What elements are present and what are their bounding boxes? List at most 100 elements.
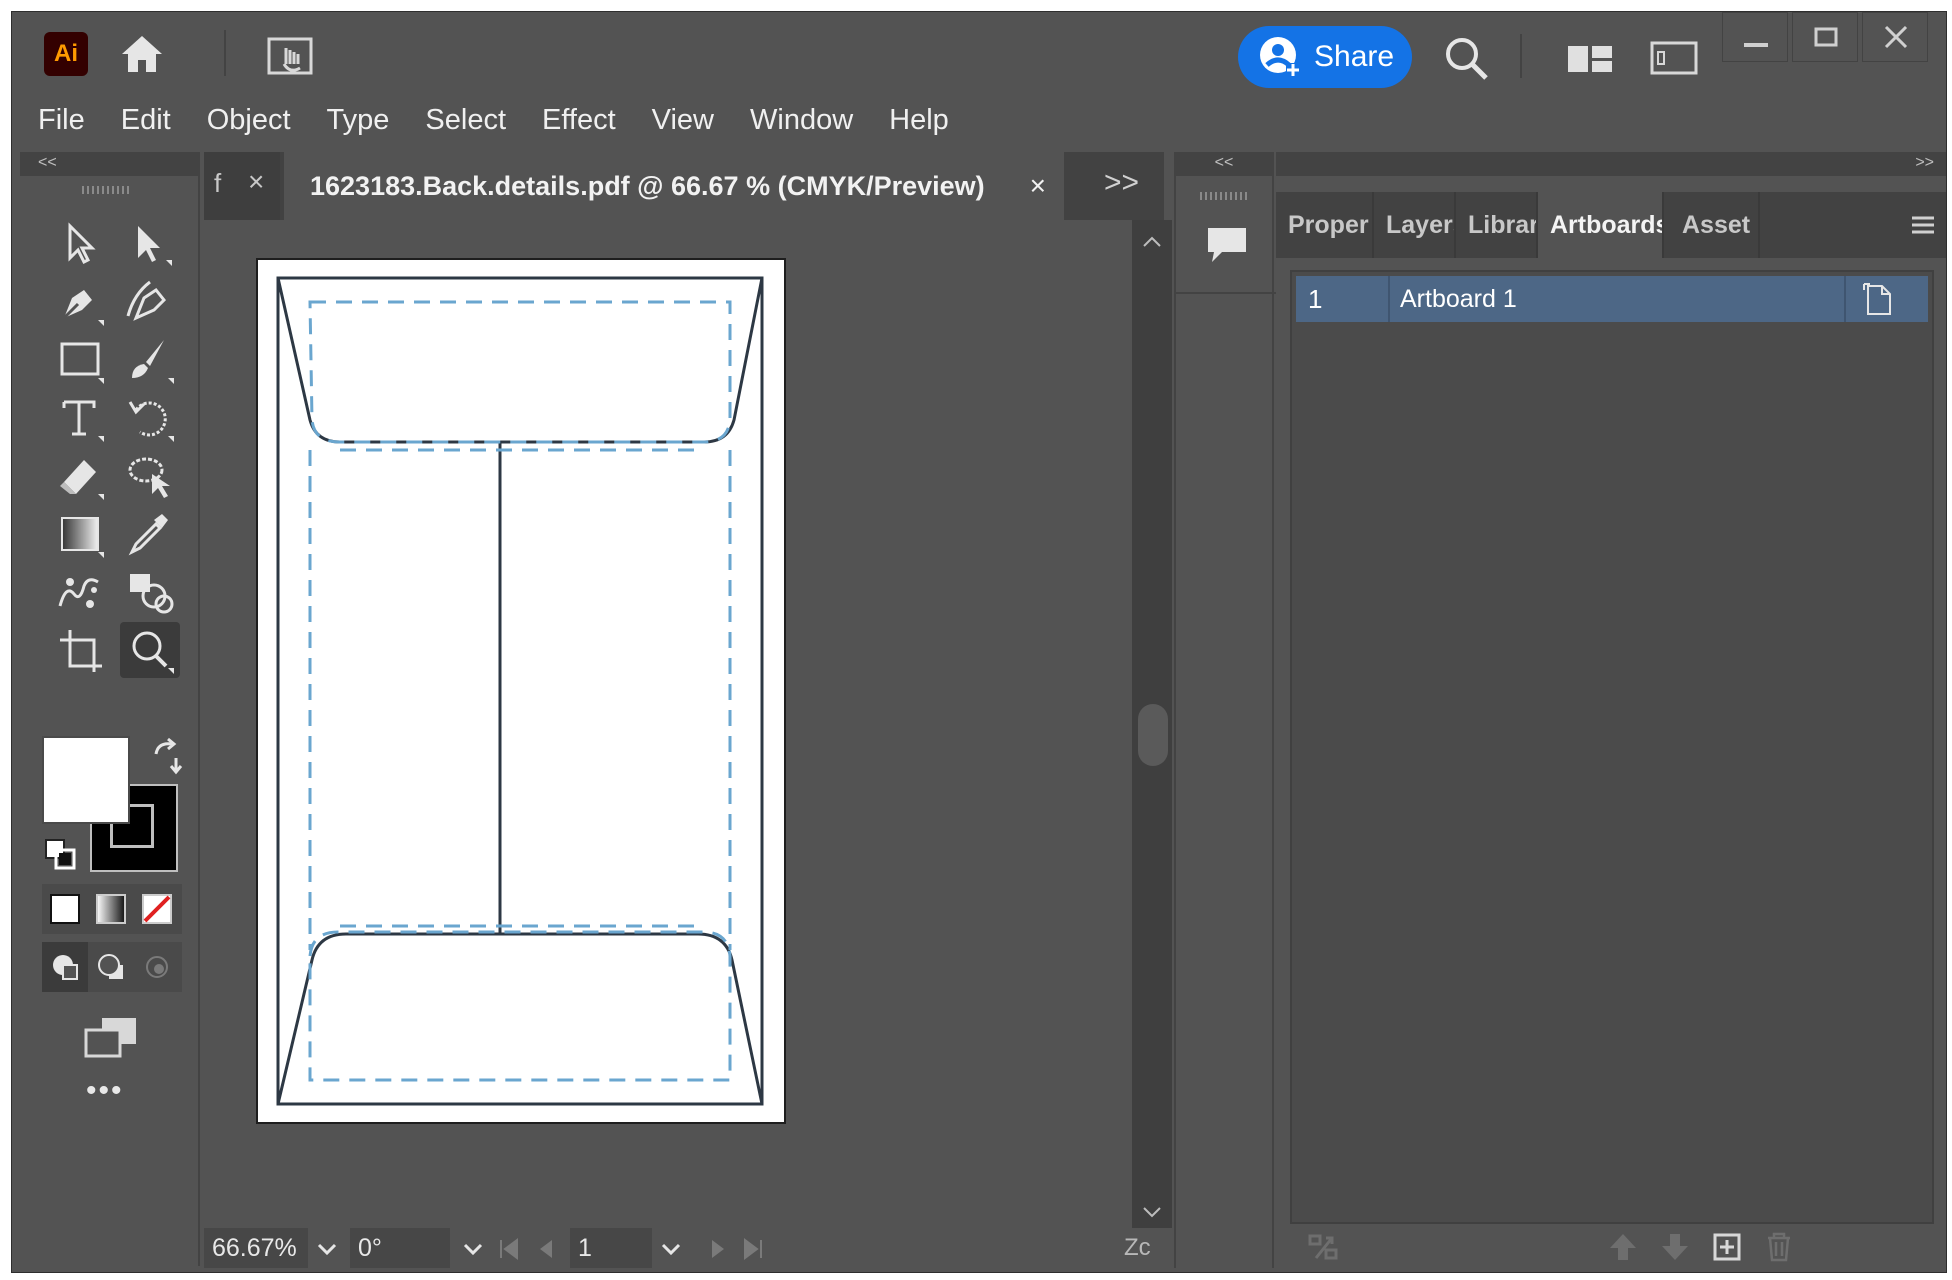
artboard-row-number: 1	[1308, 284, 1323, 314]
share-person-icon	[1260, 37, 1300, 77]
artboard-options-icon[interactable]	[1862, 282, 1894, 316]
menu-file[interactable]: File	[38, 104, 85, 137]
zoom-tool-icon[interactable]	[120, 622, 180, 678]
lasso-tool-icon[interactable]	[120, 448, 180, 504]
menu-type[interactable]: Type	[327, 104, 390, 137]
menu-object[interactable]: Object	[207, 104, 291, 137]
draw-behind-button[interactable]	[88, 942, 134, 992]
close-tab-icon[interactable]: ×	[248, 166, 264, 198]
gradient-icon	[96, 894, 126, 924]
artboards-panel: Proper Layers Librari Artboards Asset E …	[1276, 176, 1946, 1268]
artboard-dropdown-icon[interactable]	[658, 1236, 684, 1262]
rectangle-tool-icon[interactable]	[50, 332, 110, 388]
default-colors-icon[interactable]	[44, 838, 78, 872]
scroll-up-icon[interactable]	[1140, 230, 1164, 254]
curvature-tool-icon[interactable]	[120, 274, 180, 330]
close-window-button[interactable]	[1862, 12, 1928, 62]
tab-asset-export[interactable]: Asset E	[1664, 192, 1760, 258]
canvas-area[interactable]	[204, 220, 1132, 1240]
last-artboard-icon[interactable]	[740, 1236, 766, 1262]
rotate-tool-icon[interactable]	[120, 390, 180, 446]
move-up-icon[interactable]	[1606, 1230, 1640, 1264]
draw-behind-icon	[98, 954, 123, 979]
artboard-row[interactable]: 1 Artboard 1	[1296, 276, 1928, 322]
vertical-scrollbar[interactable]	[1132, 220, 1172, 1240]
strip-collapse-button[interactable]: <<	[1174, 152, 1274, 176]
tab-label: f	[214, 168, 222, 198]
draw-inside-button[interactable]	[134, 942, 180, 992]
first-artboard-icon[interactable]	[496, 1236, 522, 1262]
gradient-mode-button[interactable]	[88, 884, 134, 934]
panel-grip[interactable]	[82, 186, 132, 194]
none-color-icon	[142, 894, 172, 924]
color-mode-button[interactable]	[42, 884, 88, 934]
artboard-number-input[interactable]: 1	[570, 1228, 652, 1268]
solid-color-icon	[50, 894, 80, 924]
scroll-thumb[interactable]	[1138, 704, 1168, 766]
draw-normal-button[interactable]	[42, 942, 88, 992]
tab-libraries[interactable]: Librari	[1456, 192, 1538, 258]
home-icon[interactable]	[116, 30, 168, 76]
status-info-label[interactable]: Zc	[1124, 1228, 1151, 1268]
minimize-button[interactable]	[1722, 12, 1788, 62]
new-artboard-icon[interactable]	[1710, 1230, 1744, 1264]
document-title: 1623183.Back.details.pdf @ 66.67 % (CMYK…	[310, 171, 985, 201]
workspace-switcher-icon[interactable]	[1566, 42, 1614, 76]
menu-edit[interactable]: Edit	[121, 104, 171, 137]
eraser-tool-icon[interactable]	[50, 448, 110, 504]
next-artboard-icon[interactable]	[704, 1236, 730, 1262]
menu-view[interactable]: View	[652, 104, 714, 137]
direct-selection-tool-icon[interactable]	[120, 216, 180, 272]
panel-grip[interactable]	[1200, 192, 1250, 200]
previous-artboard-icon[interactable]	[534, 1236, 560, 1262]
search-icon[interactable]	[1442, 34, 1490, 82]
tab-artboards[interactable]: Artboards	[1538, 192, 1664, 258]
document-tab-previous[interactable]: f ×	[204, 152, 280, 220]
screen-mode-icon[interactable]	[80, 1012, 140, 1060]
close-tab-icon[interactable]: ×	[1030, 152, 1046, 220]
panel-menu-icon[interactable]	[1908, 210, 1938, 240]
divider	[1388, 276, 1390, 322]
rearrange-artboards-icon[interactable]	[1306, 1230, 1340, 1264]
move-down-icon[interactable]	[1658, 1230, 1692, 1264]
menu-select[interactable]: Select	[425, 104, 506, 137]
type-tool-icon[interactable]	[50, 390, 110, 446]
panel-collapse-button[interactable]: >>	[1276, 152, 1946, 176]
artboard-row-name[interactable]: Artboard 1	[1400, 276, 1517, 322]
none-mode-button[interactable]	[134, 884, 180, 934]
artboard[interactable]	[256, 258, 786, 1124]
gradient-tool-icon[interactable]	[50, 506, 110, 562]
maximize-button[interactable]	[1792, 12, 1858, 62]
more-tools-icon[interactable]: •••	[86, 1076, 136, 1106]
rotation-dropdown-icon[interactable]	[460, 1236, 486, 1262]
artboard-list: 1 Artboard 1	[1290, 270, 1934, 1224]
artboard-tool-icon[interactable]	[50, 622, 110, 678]
rotation-input[interactable]: 0°	[350, 1228, 450, 1268]
arrange-documents-icon[interactable]	[266, 34, 314, 78]
tab-properties[interactable]: Proper	[1276, 192, 1374, 258]
comments-icon[interactable]	[1202, 220, 1252, 270]
tab-layers[interactable]: Layers	[1374, 192, 1456, 258]
shape-builder-tool-icon[interactable]	[120, 564, 180, 620]
zoom-level-input[interactable]: 66.67%	[204, 1228, 308, 1268]
paintbrush-tool-icon[interactable]	[120, 332, 180, 388]
menu-help[interactable]: Help	[889, 104, 949, 137]
puppet-warp-tool-icon[interactable]	[50, 564, 110, 620]
selection-tool-icon[interactable]	[50, 216, 110, 272]
eyedropper-tool-icon[interactable]	[120, 506, 180, 562]
fill-color-front[interactable]	[42, 736, 130, 824]
close-icon	[1884, 25, 1908, 49]
menu-window[interactable]: Window	[750, 104, 853, 137]
share-button[interactable]: Share	[1238, 26, 1412, 88]
zoom-dropdown-icon[interactable]	[314, 1236, 340, 1262]
delete-artboard-icon[interactable]	[1762, 1230, 1796, 1264]
more-tabs-icon[interactable]: >>	[1104, 166, 1139, 200]
pen-tool-icon[interactable]	[50, 274, 110, 330]
panel-layout-icon[interactable]	[1650, 40, 1698, 76]
divider	[1176, 292, 1276, 294]
toolbar-collapse-button[interactable]: <<	[20, 152, 200, 176]
menu-effect[interactable]: Effect	[542, 104, 616, 137]
document-tab-active[interactable]: 1623183.Back.details.pdf @ 66.67 % (CMYK…	[284, 152, 1064, 220]
swap-fill-stroke-icon[interactable]	[148, 736, 184, 776]
scroll-down-icon[interactable]	[1140, 1200, 1164, 1224]
